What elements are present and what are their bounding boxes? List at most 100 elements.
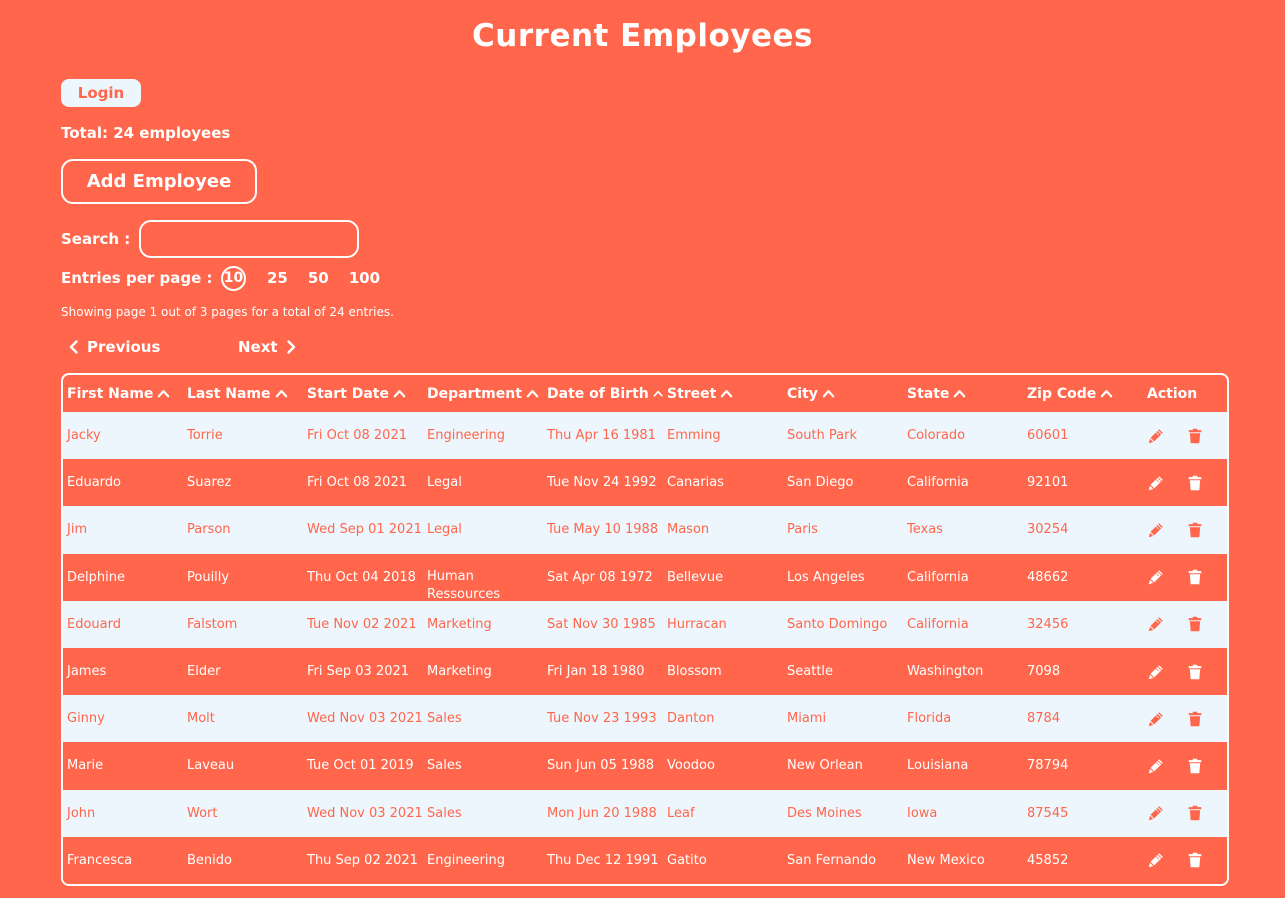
table-row: Ginny Molt Wed Nov 03 2021 Sales Tue Nov 23 … [63,695,1227,743]
next-button[interactable]: Next [238,337,299,357]
trash-icon[interactable] [1186,568,1204,586]
table-cell: Fri Oct 08 2021 [307,428,407,444]
row-actions [1143,757,1227,775]
entries-option-50[interactable]: 50 [308,266,329,291]
table-cell: Paris [787,522,818,538]
pencil-icon[interactable] [1147,615,1165,633]
trash-icon[interactable] [1186,851,1204,869]
table-cell: Jacky [67,428,101,444]
table-cell: Canarias [667,475,724,491]
table-cell: Louisiana [907,758,969,774]
table-cell: Thu Dec 12 1991 [547,852,659,868]
table-cell: Sales [427,805,462,821]
pencil-icon[interactable] [1147,474,1165,492]
row-actions [1143,615,1227,633]
table-cell: Wed Sep 01 2021 [307,522,422,538]
trash-icon[interactable] [1186,427,1204,445]
column-header-label: City [787,385,818,402]
pencil-icon[interactable] [1147,427,1165,445]
column-header[interactable]: First Name [63,386,183,402]
column-header-label: Last Name [187,385,271,402]
trash-icon[interactable] [1186,663,1204,681]
pagination-info: Showing page 1 out of 3 pages for a tota… [61,305,394,319]
row-actions [1143,427,1227,445]
entries-option-10[interactable]: 10 [221,266,246,291]
column-header-label: Zip Code [1027,385,1097,402]
table-cell: Human Ressources [427,568,501,598]
table-cell: Hurracan [667,616,727,632]
row-actions [1143,474,1227,492]
pencil-icon[interactable] [1147,851,1165,869]
entries-per-page-options: 10 25 50 100 [221,266,400,291]
table-cell: 92101 [1027,475,1069,491]
entries-option-100[interactable]: 100 [349,266,380,291]
add-employee-button[interactable]: Add Employee [61,159,257,204]
table-cell: California [907,616,969,632]
table-row: Jacky Torrie Fri Oct 08 2021 Engineering Thu… [63,412,1227,460]
column-header[interactable]: Last Name [183,386,303,402]
pencil-icon[interactable] [1147,757,1165,775]
table-cell: 7098 [1027,664,1061,680]
table-cell: San Diego [787,475,854,491]
action-header: Action [1143,385,1227,402]
login-button[interactable]: Login [61,79,141,107]
search-input[interactable] [139,220,359,258]
chevron-up-icon [653,390,663,397]
table-cell: Fri Sep 03 2021 [307,664,410,680]
chevron-up-icon [1101,390,1113,398]
table-cell: Thu Apr 16 1981 [547,428,656,444]
table-cell: Torrie [187,428,223,444]
table-row: Jim Parson Wed Sep 01 2021 Legal Tue May 10 … [63,506,1227,554]
pencil-icon[interactable] [1147,804,1165,822]
column-header[interactable]: Department [423,386,543,402]
column-header[interactable]: City [783,386,903,402]
table-cell: Marie [67,758,104,774]
pencil-icon[interactable] [1147,663,1165,681]
table-cell: Wort [187,805,218,821]
search-label: Search : [61,230,131,248]
table-cell: Washington [907,664,984,680]
table-cell: Wed Nov 03 2021 [307,805,423,821]
table-cell: 30254 [1027,522,1069,538]
table-cell: Ginny [67,711,105,727]
table-cell: San Fernando [787,852,877,868]
trash-icon[interactable] [1186,757,1204,775]
trash-icon[interactable] [1186,474,1204,492]
action-header-label: Action [1147,385,1198,402]
next-label: Next [238,338,278,356]
table-row: Francesca Benido Thu Sep 02 2021 Engineerin… [63,836,1227,884]
table-cell: 78794 [1027,758,1069,774]
table-cell: Suarez [187,475,232,491]
column-header[interactable]: State [903,386,1023,402]
trash-icon[interactable] [1186,615,1204,633]
chevron-left-icon [69,340,78,354]
chevron-up-icon [721,390,733,398]
table-cell: Bellevue [667,569,724,585]
column-header[interactable]: Zip Code [1023,386,1143,402]
table-cell: Falstom [187,616,238,632]
table-cell: Fri Oct 08 2021 [307,475,407,491]
column-header[interactable]: Start Date [303,386,423,402]
table-cell: Marketing [427,616,492,632]
pencil-icon[interactable] [1147,710,1165,728]
table-cell: James [67,664,107,680]
table-cell: Edouard [67,616,121,632]
employees-table: First Name Last Name Start Date Department D… [61,373,1229,886]
entries-option-25[interactable]: 25 [267,266,288,291]
trash-icon[interactable] [1186,521,1204,539]
table-cell: Sat Nov 30 1985 [547,616,656,632]
table-cell: Fri Jan 18 1980 [547,664,645,680]
table-row: James Elder Fri Sep 03 2021 Marketing Fri Ja… [63,647,1227,696]
trash-icon[interactable] [1186,804,1204,822]
row-actions [1143,521,1227,539]
previous-button[interactable]: Previous [66,337,160,357]
column-header[interactable]: Date of Birth [543,386,663,402]
entries-per-page-label: Entries per page : [61,269,213,287]
column-header[interactable]: Street [663,386,783,402]
pencil-icon[interactable] [1147,521,1165,539]
table-cell: Tue Nov 23 1993 [547,711,657,727]
trash-icon[interactable] [1186,710,1204,728]
table-row: Marie Laveau Tue Oct 01 2019 Sales Sun Jun 0… [63,742,1227,790]
pencil-icon[interactable] [1147,568,1165,586]
row-actions [1143,851,1227,869]
